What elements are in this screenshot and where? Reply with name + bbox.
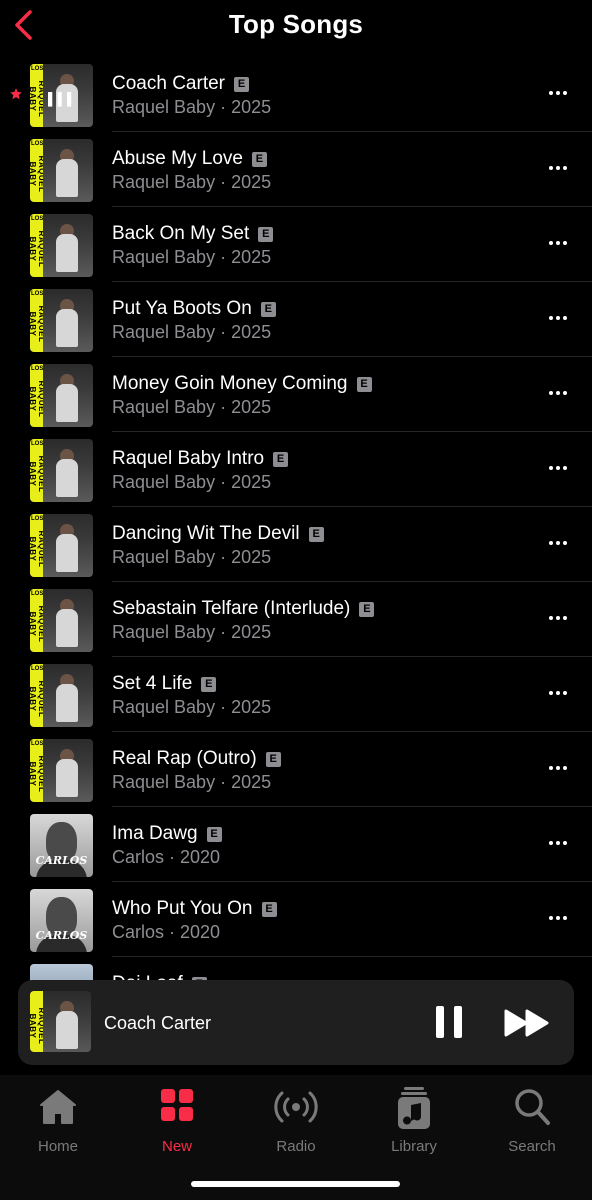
album-artwork: LOS RAQUEL BABY [30,214,93,277]
song-list[interactable]: LOS RAQUEL BABY ▌▌▌ Coach Carter E Raquel… [0,57,592,987]
album-artwork: LOS RAQUEL BABY [30,514,93,577]
search-icon [515,1089,550,1125]
library-icon [398,1087,430,1129]
explicit-badge: E [206,827,222,842]
tab-library[interactable]: Library [364,1083,464,1155]
song-row[interactable]: LOS RAQUEL BABY Dancing Wit The Devil E R… [0,507,592,582]
song-row[interactable]: LOS RAQUEL BABY Real Rap (Outro) E Raquel… [0,732,592,807]
explicit-badge: E [251,152,267,167]
tab-home[interactable]: Home [8,1083,108,1155]
radio-icon [274,1091,318,1123]
song-title: Set 4 Life E [112,673,217,695]
song-subtitle: Carlos · 2020 [112,922,221,942]
album-artwork: LOS RAQUEL BABY [30,439,93,502]
more-options-button[interactable] [540,756,576,780]
song-subtitle: Raquel Baby · 2025 [112,172,272,192]
more-options-button[interactable] [540,681,576,705]
more-options-button[interactable] [540,156,576,180]
pause-button[interactable] [436,1006,462,1038]
more-options-button[interactable] [540,606,576,630]
more-options-button[interactable] [540,81,576,105]
new-grid-icon [161,1089,193,1121]
song-title: Abuse My Love E [112,148,267,170]
song-title: Who Put You On E [112,898,277,920]
song-row[interactable]: CARLOS Ima Dawg E Carlos · 2020 [0,807,592,882]
now-playing-title: Coach Carter [104,1013,212,1033]
album-artwork: LOS RAQUEL BABY [30,364,93,427]
explicit-badge: E [260,302,276,317]
song-subtitle: Carlos · 2020 [112,847,221,867]
mini-player-artwork: RAQUEL BABY [30,991,91,1052]
song-title: Back On My Set E [112,223,274,245]
song-subtitle: Raquel Baby · 2025 [112,397,272,417]
song-subtitle: Raquel Baby · 2025 [112,247,272,267]
song-row[interactable]: LOS RAQUEL BABY Abuse My Love E Raquel Ba… [0,132,592,207]
album-artwork: CARLOS [30,814,93,877]
song-subtitle: Raquel Baby · 2025 [112,772,272,792]
tab-new[interactable]: New [127,1083,227,1155]
song-subtitle: Raquel Baby · 2025 [112,697,272,717]
more-options-button[interactable] [540,456,576,480]
song-title: Raquel Baby Intro E [112,448,289,470]
album-artwork: LOS RAQUEL BABY ▌▌▌ [30,64,93,127]
now-playing-indicator-icon: ▌▌▌ [48,92,77,106]
song-subtitle: Raquel Baby · 2025 [112,622,272,642]
song-row[interactable]: CARLOS Who Put You On E Carlos · 2020 [0,882,592,957]
song-row[interactable]: LOS RAQUEL BABY Raquel Baby Intro E Raque… [0,432,592,507]
song-title: Ima Dawg E [112,823,222,845]
star-icon [10,88,22,100]
song-title: Real Rap (Outro) E [112,748,281,770]
fast-forward-icon [504,1009,549,1037]
song-row[interactable]: LOS RAQUEL BABY Put Ya Boots On E Raquel … [0,282,592,357]
song-row[interactable]: LOS RAQUEL BABY Back On My Set E Raquel B… [0,207,592,282]
page-title: Top Songs [228,9,364,39]
more-options-button[interactable] [540,906,576,930]
home-indicator[interactable] [191,1181,400,1187]
more-options-button[interactable] [540,381,576,405]
explicit-badge: E [261,902,277,917]
explicit-badge: E [273,452,289,467]
song-title: Put Ya Boots On E [112,298,276,320]
song-subtitle: Raquel Baby · 2025 [112,547,272,567]
song-title: Coach Carter E [112,73,249,95]
more-options-button[interactable] [540,531,576,555]
song-subtitle: Raquel Baby · 2025 [112,97,272,117]
more-options-button[interactable] [540,231,576,255]
song-subtitle: Raquel Baby · 2025 [112,472,272,492]
mini-player[interactable]: RAQUEL BABY Coach Carter [18,980,574,1065]
album-artwork: LOS RAQUEL BABY [30,139,93,202]
explicit-badge: E [308,527,324,542]
song-row[interactable]: LOS RAQUEL BABY Sebastain Telfare (Inter… [0,582,592,657]
song-title: Money Goin Money Coming E [112,373,372,395]
song-title: Dancing Wit The Devil E [112,523,324,545]
explicit-badge: E [234,77,249,92]
song-subtitle: Raquel Baby · 2025 [112,322,272,342]
album-artwork: CARLOS [30,889,93,952]
explicit-badge: E [356,377,372,392]
fast-forward-button[interactable] [504,1008,550,1038]
explicit-badge: E [265,752,281,767]
song-row[interactable]: LOS RAQUEL BABY ▌▌▌ Coach Carter E Raquel… [0,57,592,132]
explicit-badge: E [359,602,375,617]
tab-search[interactable]: Search [482,1083,582,1155]
album-artwork: LOS RAQUEL BABY [30,289,93,352]
song-row[interactable]: LOS RAQUEL BABY Set 4 Life E Raquel Baby … [0,657,592,732]
explicit-badge: E [201,677,217,692]
more-options-button[interactable] [540,831,576,855]
header: Top Songs [0,0,592,52]
album-artwork: LOS RAQUEL BABY [30,664,93,727]
album-artwork: LOS RAQUEL BABY [30,739,93,802]
more-options-button[interactable] [540,306,576,330]
explicit-badge: E [258,227,274,242]
home-icon [40,1090,76,1124]
song-title: Sebastain Telfare (Interlude) E [112,598,375,620]
album-artwork: LOS RAQUEL BABY [30,589,93,652]
tab-radio[interactable]: Radio [246,1083,346,1155]
song-row[interactable]: LOS RAQUEL BABY Money Goin Money Coming E… [0,357,592,432]
